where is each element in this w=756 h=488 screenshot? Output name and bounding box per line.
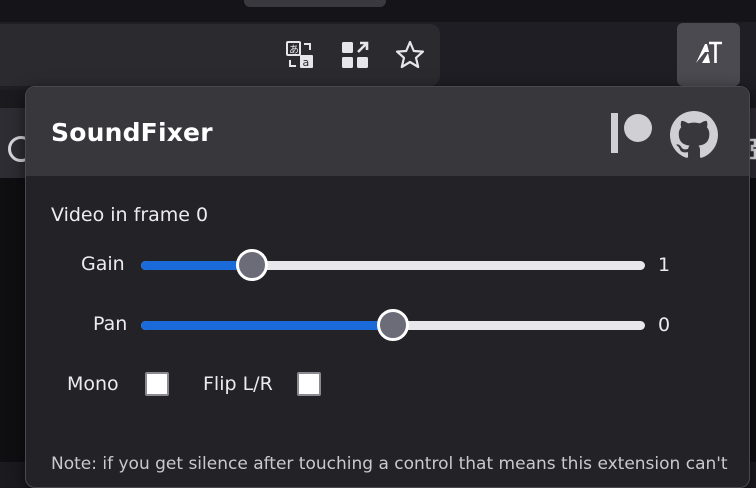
browser-tab[interactable] [244,0,386,7]
pan-slider-fill [141,321,393,330]
soundfixer-extension-icon [693,39,725,71]
gain-slider-thumb[interactable] [235,249,268,281]
mono-label: Mono [67,373,119,395]
flip-label: Flip L/R [203,373,273,395]
grid-apps-icon[interactable] [337,37,373,73]
gain-slider[interactable] [141,249,645,281]
popup-title: SoundFixer [51,118,213,147]
soundfixer-extension-button[interactable] [677,23,740,86]
note-text: Note: if you get silence after touching … [51,454,728,474]
github-icon[interactable] [670,111,718,159]
svg-text:あ: あ [289,44,299,56]
pan-value: 0 [658,314,671,336]
popup-header: SoundFixer [26,87,749,176]
pan-slider[interactable] [141,309,645,341]
patreon-icon[interactable] [610,113,654,153]
star-icon[interactable] [392,37,428,73]
gain-label: Gain [81,253,125,275]
flip-checkbox[interactable] [297,372,321,396]
soundfixer-popup: SoundFixer Video in frame 0 Gain 1 Pan 0… [25,86,750,488]
address-bar[interactable] [0,24,440,86]
mono-checkbox[interactable] [145,372,169,396]
frame-label: Video in frame 0 [51,204,209,226]
svg-text:a: a [303,56,310,69]
pan-slider-thumb[interactable] [377,309,409,341]
pan-label: Pan [93,313,128,335]
gain-value: 1 [658,254,671,276]
translate-icon[interactable]: あ a [282,37,318,73]
